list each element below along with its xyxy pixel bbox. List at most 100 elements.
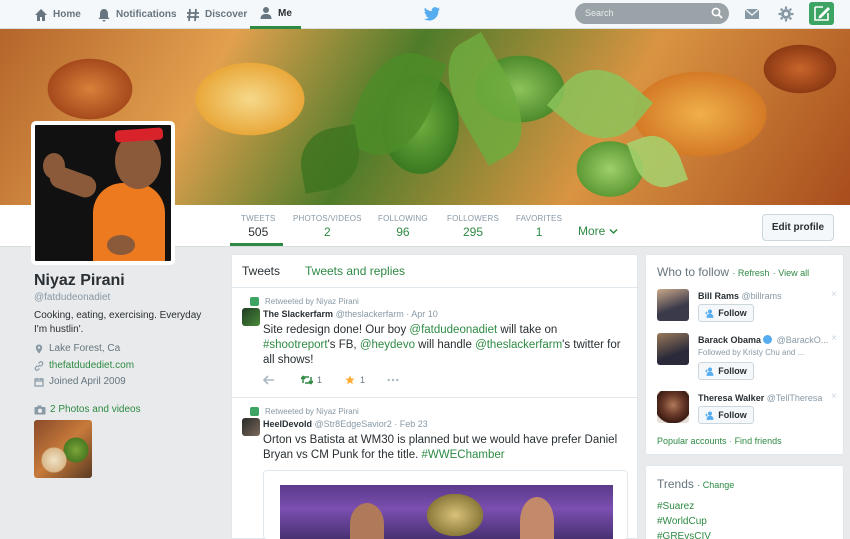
favorite-button[interactable]: 1 xyxy=(344,375,365,385)
dismiss-icon[interactable]: × xyxy=(831,391,837,402)
nav-discover[interactable]: Discover xyxy=(186,0,247,29)
who-to-follow-module: Who to follow · Refresh · View all Bill … xyxy=(645,254,844,455)
profile-avatar[interactable] xyxy=(31,121,175,265)
more-actions-button[interactable] xyxy=(387,375,403,385)
calendar-icon xyxy=(34,377,44,387)
tweet-author-name[interactable]: HeelDevold xyxy=(263,419,312,429)
change-trends-link[interactable]: Change xyxy=(703,480,735,490)
photos-and-videos-link[interactable]: 2 Photos and videos xyxy=(34,404,141,415)
nav-notifications[interactable]: Notifications xyxy=(97,0,177,29)
profile-joined: Joined April 2009 xyxy=(34,376,126,387)
tweet[interactable]: Retweeted by Niyaz Pirani The Slackerfar… xyxy=(232,289,637,398)
tweet-text-part: 's FB, xyxy=(327,339,360,351)
mention-link[interactable]: @heydevo xyxy=(360,339,415,351)
tweet-media-image[interactable] xyxy=(263,470,628,539)
mention-link[interactable]: @fatdudeonadiet xyxy=(409,324,497,336)
tweet-author-name[interactable]: The Slackerfarm xyxy=(263,309,333,319)
trend-item[interactable]: #GREvsCIV xyxy=(657,531,711,539)
retweet-count: 1 xyxy=(317,375,323,385)
follow-button[interactable]: Follow xyxy=(698,304,754,322)
stat-value: 295 xyxy=(463,225,484,239)
tweet-date[interactable]: Apr 10 xyxy=(411,309,438,319)
suggestion-avatar[interactable] xyxy=(657,289,689,321)
follow-suggestion: Bill Rams @billrams Follow × xyxy=(657,289,837,329)
tweet-header: HeelDevold @Str8EdgeSavior2 · Feb 23 xyxy=(263,419,428,429)
nav-discover-label: Discover xyxy=(205,9,248,20)
compose-tweet-button[interactable] xyxy=(809,2,834,25)
suggestion-handle: @TellTheresa xyxy=(766,393,823,403)
search-icon[interactable] xyxy=(711,7,723,19)
nav-me[interactable]: Me xyxy=(250,0,301,29)
tab-tweets-and-replies[interactable]: Tweets and replies xyxy=(305,264,405,278)
popular-accounts-link[interactable]: Popular accounts xyxy=(657,436,727,446)
profile-handle[interactable]: @fatdudeonadiet xyxy=(34,292,110,303)
retweet-context: Retweeted by Niyaz Pirani xyxy=(250,407,359,416)
suggestion-name[interactable]: Barack Obama xyxy=(698,335,761,345)
follow-button[interactable]: Follow xyxy=(698,406,754,424)
suggestion-name[interactable]: Theresa Walker xyxy=(698,393,764,403)
profile-website[interactable]: thefatdudediet.com xyxy=(34,360,134,371)
retweet-icon xyxy=(250,407,259,416)
nav-home[interactable]: Home xyxy=(34,0,81,29)
suggestion-avatar[interactable] xyxy=(657,391,689,423)
search-input[interactable]: Search xyxy=(585,8,614,18)
tweet-author-avatar[interactable] xyxy=(242,308,260,326)
view-all-link[interactable]: View all xyxy=(778,268,809,278)
retweet-icon xyxy=(250,297,259,306)
stat-label: FAVORITES xyxy=(516,214,563,223)
tab-tweets[interactable]: Tweets xyxy=(242,264,280,278)
hashtag-link[interactable]: #WWEChamber xyxy=(422,449,505,461)
tweet-author-avatar[interactable] xyxy=(242,418,260,436)
profile-bio: Cooking, eating, exercising. Everyday I'… xyxy=(34,310,202,335)
dismiss-icon[interactable]: × xyxy=(831,333,837,344)
more-label: More xyxy=(578,224,606,238)
tweet-author-handle[interactable]: @theslackerfarm xyxy=(336,309,404,319)
tweet-date[interactable]: Feb 23 xyxy=(400,419,428,429)
website-link[interactable]: thefatdudediet.com xyxy=(49,360,134,371)
trends-module: Trends · Change #Suarez #WorldCup #GREvs… xyxy=(645,465,844,539)
suggestion-name-line[interactable]: Bill Rams @billrams xyxy=(698,291,782,301)
find-friends-link[interactable]: Find friends xyxy=(735,436,782,446)
stat-value: 505 xyxy=(248,225,269,239)
follow-person-icon xyxy=(705,411,714,420)
suggestion-name-line[interactable]: Theresa Walker @TellTheresa xyxy=(698,393,822,403)
follow-button[interactable]: Follow xyxy=(698,362,754,380)
stat-photos-videos[interactable]: PHOTOS/VIDEOS 2 xyxy=(293,214,362,239)
dismiss-icon[interactable]: × xyxy=(831,289,837,300)
refresh-link[interactable]: Refresh xyxy=(738,268,770,278)
search-box[interactable]: Search xyxy=(575,3,729,24)
location-pin-icon xyxy=(35,344,43,353)
suggestion-avatar[interactable] xyxy=(657,333,689,365)
mention-link[interactable]: @theslackerfarm xyxy=(475,339,562,351)
stat-tweets[interactable]: TWEETS 505 xyxy=(241,214,276,239)
suggestion-name[interactable]: Bill Rams xyxy=(698,291,739,301)
twitter-bird-icon[interactable] xyxy=(424,7,440,21)
timeline: Tweets Tweets and replies Retweeted by N… xyxy=(231,254,638,539)
follow-button-label: Follow xyxy=(718,308,747,318)
retweet-button[interactable]: 1 xyxy=(301,375,322,385)
trend-item[interactable]: #WorldCup xyxy=(657,516,707,527)
suggestion-handle: @billrams xyxy=(741,291,782,301)
follow-button-label: Follow xyxy=(718,410,747,420)
stat-followers[interactable]: FOLLOWERS 295 xyxy=(447,214,499,239)
gear-icon[interactable] xyxy=(778,6,794,22)
direct-messages-icon[interactable] xyxy=(744,6,760,22)
stat-value: 2 xyxy=(324,225,331,239)
reply-button[interactable] xyxy=(263,375,279,385)
suggestion-name-line[interactable]: Barack Obama @BarackO... xyxy=(698,335,828,345)
follow-suggestion: Theresa Walker @TellTheresa Follow × xyxy=(657,391,837,431)
stat-following[interactable]: FOLLOWING 96 xyxy=(378,214,428,239)
profile-card xyxy=(0,247,230,539)
tweet-text-part: will handle xyxy=(414,339,476,351)
tweet-author-handle[interactable]: @Str8EdgeSavior2 xyxy=(315,419,392,429)
compose-icon xyxy=(814,6,830,21)
more-menu[interactable]: More xyxy=(578,224,618,238)
trend-item[interactable]: #Suarez xyxy=(657,501,694,512)
hashtag-link[interactable]: #shootreport xyxy=(263,339,328,351)
stat-label: FOLLOWERS xyxy=(447,214,500,223)
edit-profile-button[interactable]: Edit profile xyxy=(762,214,834,241)
profile-name[interactable]: Niyaz Pirani xyxy=(34,272,125,290)
profile-location: Lake Forest, Ca xyxy=(34,343,120,354)
media-thumbnail[interactable] xyxy=(34,420,92,478)
stat-favorites[interactable]: FAVORITES 1 xyxy=(516,214,562,239)
